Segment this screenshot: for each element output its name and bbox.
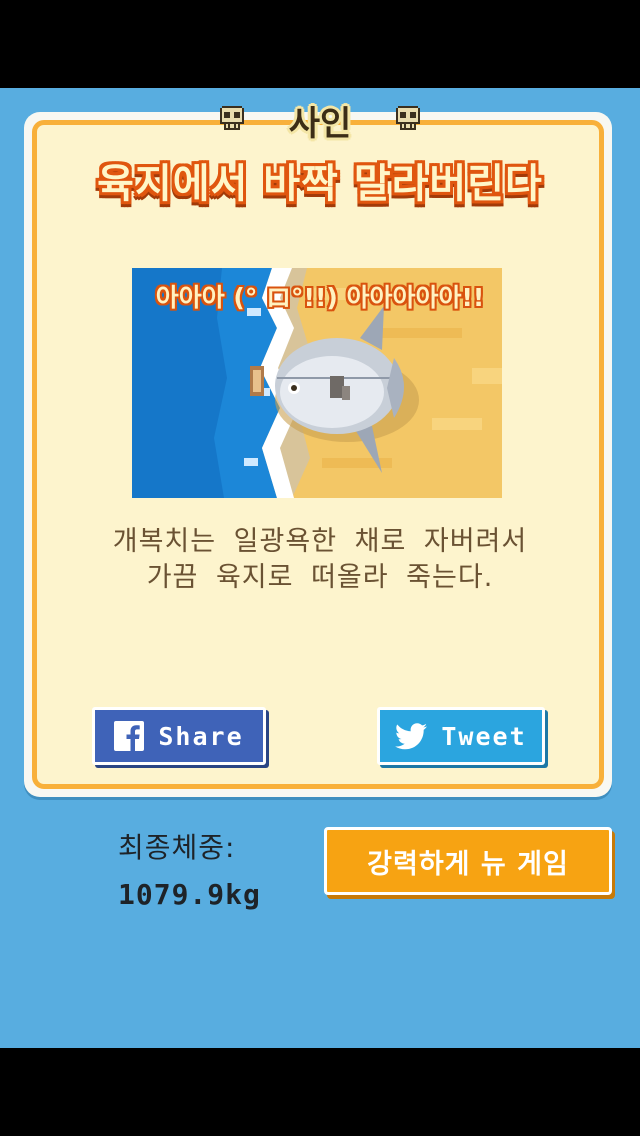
facebook-share-label: Share	[158, 721, 244, 751]
cause-of-death-label: 사인	[288, 104, 352, 144]
game-over-screen: 사인 육지에서 바짝 말라버린다 아아아 (° ロ°!!) 아아아아아!! 개복…	[0, 88, 640, 1048]
death-description: 개복치는 일광욕한 채로 자버려서 가끔 육지로 떠올라 죽는다.	[0, 524, 640, 596]
facebook-icon	[114, 721, 145, 751]
description-line: 개복치는 일광욕한 채로 자버려서	[112, 526, 528, 557]
final-weight-value: 1079.9kg	[118, 878, 261, 911]
death-title: 육지에서 바짝 말라버린다	[97, 161, 543, 207]
twitter-tweet-button[interactable]: Tweet	[377, 707, 545, 765]
twitter-bird-icon	[395, 722, 428, 750]
description-line: 가끔 육지로 떠올라 죽는다.	[146, 562, 494, 593]
new-game-button[interactable]: 강력하게 뉴 게임	[324, 827, 612, 895]
twitter-tweet-label: Tweet	[441, 721, 527, 751]
final-weight-label: 최종체중:	[118, 831, 236, 864]
scream-caption: 아아아 (° ロ°!!) 아아아아아!!	[155, 283, 485, 312]
facebook-share-button[interactable]: Share	[92, 707, 266, 765]
